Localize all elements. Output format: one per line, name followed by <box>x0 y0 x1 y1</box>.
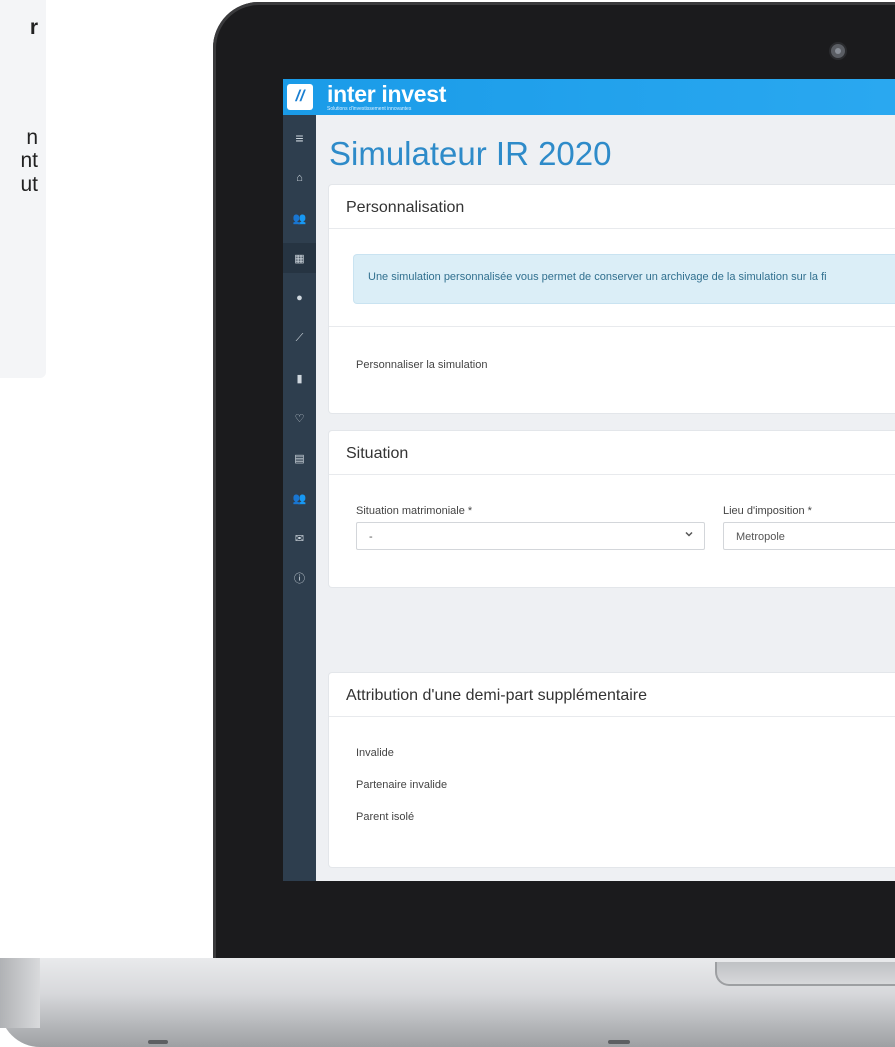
chart-line-icon[interactable]: ⟋ <box>283 323 316 353</box>
logo-icon[interactable]: // <box>287 84 313 110</box>
personalisation-panel: Personnalisation Une simulation personna… <box>329 185 895 413</box>
situation-matrimoniale-label: Situation matrimoniale * <box>356 505 473 517</box>
demi-part-panel: Attribution d'une demi-part supplémentai… <box>329 673 895 867</box>
panel-header: Attribution d'une demi-part supplémentai… <box>329 673 895 717</box>
globe-icon[interactable]: ● <box>283 283 316 313</box>
info-alert: Une simulation personnalisée vous permet… <box>354 255 895 303</box>
laptop-base-edge <box>0 958 40 1028</box>
app-header: // inter invest Solutions d'investisseme… <box>283 79 895 115</box>
laptop-screen: // inter invest Solutions d'investisseme… <box>283 79 895 881</box>
laptop-foot <box>148 1040 168 1044</box>
envelope-icon[interactable]: ✉ <box>283 523 316 553</box>
page-title: Simulateur IR 2020 <box>329 135 612 172</box>
info-icon[interactable]: ⓘ <box>283 563 316 593</box>
panel-title: Situation <box>346 445 409 462</box>
laptop-foot <box>608 1040 630 1044</box>
text-card-fragment: r n nt ut <box>0 0 46 378</box>
text-fragment: r <box>29 16 38 39</box>
panel-header: Situation <box>329 431 895 475</box>
panel-title: Attribution d'une demi-part supplémentai… <box>346 687 647 704</box>
webcam-icon <box>829 42 847 60</box>
select-value: - <box>369 531 373 543</box>
menu-icon[interactable]: ≡ <box>283 123 316 153</box>
option-parent-isole[interactable]: Parent isolé <box>356 811 414 823</box>
panel-title: Personnalisation <box>346 199 465 216</box>
chevron-down-icon <box>685 531 693 537</box>
sidebar: ≡ ⌂ 👥 ▦ ● ⟋ ▮ ♡ ▤ 👥 ✉ ⓘ <box>283 115 316 881</box>
brand-tagline: Solutions d'investissement innovantes <box>327 106 412 112</box>
heart-icon[interactable]: ♡ <box>283 403 316 433</box>
situation-panel: Situation Situation matrimoniale * - Lie… <box>329 431 895 587</box>
lieu-imposition-select[interactable]: Metropole <box>723 522 895 550</box>
divider <box>329 326 895 327</box>
option-invalide[interactable]: Invalide <box>356 747 394 759</box>
alert-text: Une simulation personnalisée vous permet… <box>368 271 827 283</box>
lieu-imposition-label: Lieu d'imposition * <box>723 505 812 517</box>
situation-matrimoniale-select[interactable]: - <box>356 522 705 550</box>
option-partenaire-invalide[interactable]: Partenaire invalide <box>356 779 447 791</box>
users-icon[interactable]: 👥 <box>283 203 316 233</box>
building-icon[interactable]: ▮ <box>283 363 316 393</box>
laptop-notch <box>715 962 895 986</box>
personalise-toggle-label[interactable]: Personnaliser la simulation <box>356 359 487 371</box>
calculator-icon[interactable]: ▦ <box>283 243 316 273</box>
text-fragment: nt <box>20 149 38 172</box>
select-value: Metropole <box>736 531 785 543</box>
home-icon[interactable]: ⌂ <box>283 163 316 193</box>
text-fragment: n <box>26 126 38 149</box>
brand-name: inter invest <box>327 81 447 107</box>
text-fragment: ut <box>20 173 38 196</box>
panel-header: Personnalisation <box>329 185 895 229</box>
group-icon[interactable]: 👥 <box>283 483 316 513</box>
document-icon[interactable]: ▤ <box>283 443 316 473</box>
